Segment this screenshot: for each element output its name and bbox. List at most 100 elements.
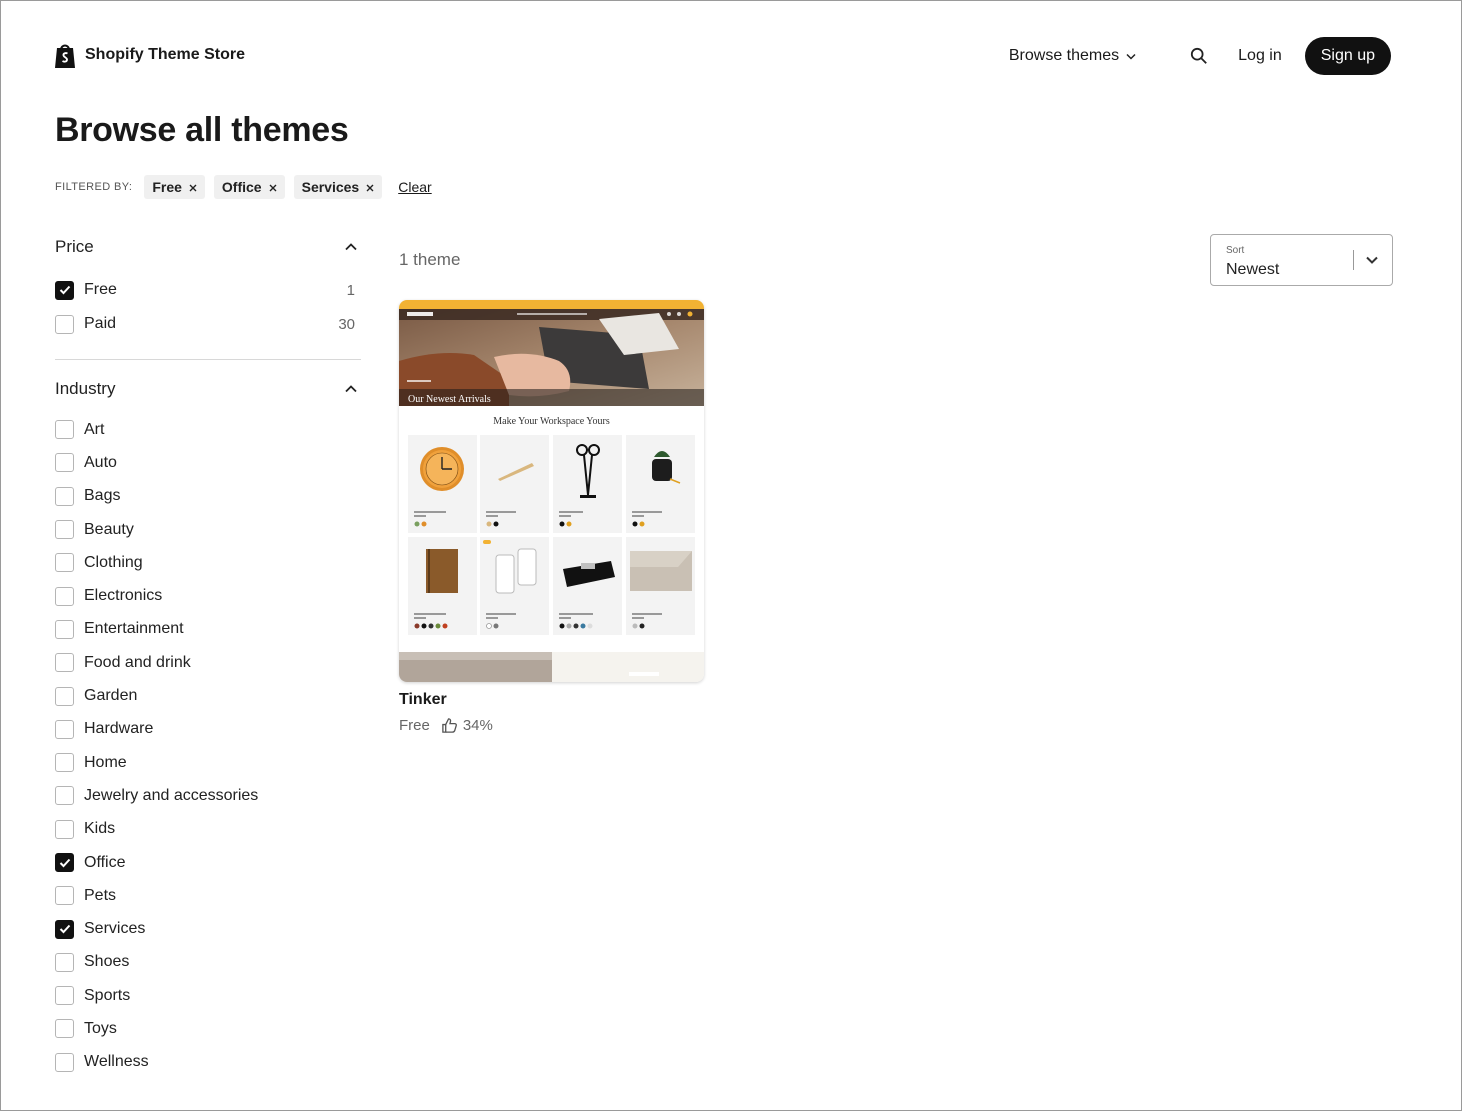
industry-option-auto[interactable]: Auto xyxy=(55,446,361,479)
industry-option-services[interactable]: Services xyxy=(55,912,361,945)
checkbox[interactable] xyxy=(55,753,74,773)
industry-option-clothing[interactable]: Clothing xyxy=(55,546,361,579)
browse-themes-label: Browse themes xyxy=(1008,47,1120,64)
option-count: 30 xyxy=(338,315,355,333)
checkbox[interactable] xyxy=(55,314,74,334)
checkbox[interactable] xyxy=(55,486,74,506)
checkmark-icon xyxy=(59,285,70,295)
site-logo[interactable]: Shopify Theme Store xyxy=(53,41,245,69)
checkbox[interactable] xyxy=(55,686,74,706)
checkbox[interactable] xyxy=(55,420,74,440)
option-label: Hardware xyxy=(84,720,154,738)
industry-option-office[interactable]: Office xyxy=(55,846,361,879)
industry-option-art[interactable]: Art xyxy=(55,413,361,446)
preview-hero-image: Our Newest Arrivals xyxy=(399,309,704,406)
checkbox[interactable] xyxy=(55,986,74,1006)
industry-option-home[interactable]: Home xyxy=(55,746,361,779)
close-icon xyxy=(366,184,374,192)
filter-chip-free[interactable]: Free xyxy=(144,175,205,199)
checkbox[interactable] xyxy=(55,1052,74,1072)
checkbox[interactable] xyxy=(55,719,74,739)
chevron-down-icon xyxy=(1126,53,1136,60)
filter-chip-office[interactable]: Office xyxy=(213,175,285,199)
close-icon xyxy=(269,184,277,192)
thumbs-up-icon xyxy=(442,718,457,733)
clear-filters-link[interactable]: Clear xyxy=(398,179,431,195)
option-label: Free xyxy=(84,281,117,298)
price-options: Free 1 Paid 30 xyxy=(55,273,361,341)
industry-option-sports[interactable]: Sports xyxy=(55,979,361,1012)
preview-product-tile xyxy=(480,435,549,533)
preview-product-tile xyxy=(408,435,477,533)
checkbox[interactable] xyxy=(55,1019,74,1039)
industry-option-toys[interactable]: Toys xyxy=(55,1012,361,1045)
industry-option-food-and-drink[interactable]: Food and drink xyxy=(55,646,361,679)
filter-chip-services[interactable]: Services xyxy=(293,175,383,199)
industry-option-hardware[interactable]: Hardware xyxy=(55,713,361,746)
page-frame: Shopify Theme Store Browse themes Log in… xyxy=(0,0,1462,1111)
sort-select[interactable]: Sort Newest xyxy=(1210,234,1393,286)
industry-option-shoes[interactable]: Shoes xyxy=(55,946,361,979)
checkbox[interactable] xyxy=(55,520,74,540)
preview-product-tile xyxy=(408,537,477,635)
preview-footer-banner xyxy=(399,652,704,682)
option-label: Kids xyxy=(84,820,116,838)
option-label: Pets xyxy=(84,886,117,904)
filter-chip-label: Services xyxy=(301,179,360,195)
industry-option-bags[interactable]: Bags xyxy=(55,480,361,513)
industry-option-kids[interactable]: Kids xyxy=(55,813,361,846)
search-button[interactable] xyxy=(1190,46,1210,66)
industry-option-entertainment[interactable]: Entertainment xyxy=(55,613,361,646)
option-label: Wellness xyxy=(84,1053,149,1071)
industry-option-jewelry-and-accessories[interactable]: Jewelry and accessories xyxy=(55,779,361,812)
checkbox[interactable] xyxy=(55,886,74,906)
sort-label: Sort xyxy=(1226,245,1245,256)
sort-value: Newest xyxy=(1226,261,1280,278)
filtered-by-label: FILTERED BY: xyxy=(55,181,133,193)
price-facet-toggle[interactable]: Price xyxy=(55,233,361,261)
option-label: Auto xyxy=(84,453,117,471)
filter-chip-label: Free xyxy=(152,179,182,195)
theme-preview-image[interactable]: Our Newest Arrivals Make Your Workspace … xyxy=(399,300,704,682)
theme-name[interactable]: Tinker xyxy=(399,691,704,709)
industry-options: Art Auto Bags Beauty Clothing Electronics Ente… xyxy=(55,413,361,1079)
checkbox[interactable] xyxy=(55,653,74,673)
checkbox[interactable] xyxy=(55,952,74,972)
active-filters: FILTERED BY: Free Office Services Clear xyxy=(55,175,432,199)
industry-option-pets[interactable]: Pets xyxy=(55,879,361,912)
checkbox[interactable] xyxy=(55,786,74,806)
checkbox[interactable] xyxy=(55,280,74,300)
login-link[interactable]: Log in xyxy=(1238,47,1282,65)
theme-meta: Free 34% xyxy=(399,717,704,734)
preview-product-tile xyxy=(480,537,549,635)
price-facet-title: Price xyxy=(55,237,94,256)
industry-option-electronics[interactable]: Electronics xyxy=(55,579,361,612)
option-label: Clothing xyxy=(84,553,143,571)
top-nav: Browse themes Log in Sign up xyxy=(1009,37,1391,75)
browse-themes-menu[interactable]: Browse themes xyxy=(1009,47,1136,65)
industry-option-beauty[interactable]: Beauty xyxy=(55,513,361,546)
industry-option-garden[interactable]: Garden xyxy=(55,679,361,712)
checkbox[interactable] xyxy=(55,453,74,473)
option-label: Bags xyxy=(84,487,121,505)
industry-facet-toggle[interactable]: Industry xyxy=(55,375,361,403)
theme-price: Free xyxy=(399,717,430,734)
option-label: Beauty xyxy=(84,520,134,538)
preview-product-tile xyxy=(553,537,622,635)
checkbox[interactable] xyxy=(55,619,74,639)
option-label: Shoes xyxy=(84,953,130,971)
checkbox[interactable] xyxy=(55,586,74,606)
checkbox[interactable] xyxy=(55,853,74,872)
signup-button[interactable]: Sign up xyxy=(1304,37,1391,75)
chevron-down-icon xyxy=(1366,256,1378,264)
price-option-free[interactable]: Free 1 xyxy=(55,273,361,307)
theme-card[interactable]: Our Newest Arrivals Make Your Workspace … xyxy=(399,300,704,734)
search-icon xyxy=(1191,47,1207,64)
price-option-paid[interactable]: Paid 30 xyxy=(55,307,361,341)
preview-announcement-bar xyxy=(399,300,704,309)
chevron-up-icon xyxy=(345,385,357,393)
industry-option-wellness[interactable]: Wellness xyxy=(55,1046,361,1079)
checkbox[interactable] xyxy=(55,819,74,839)
checkbox[interactable] xyxy=(55,919,74,939)
checkbox[interactable] xyxy=(55,553,74,573)
